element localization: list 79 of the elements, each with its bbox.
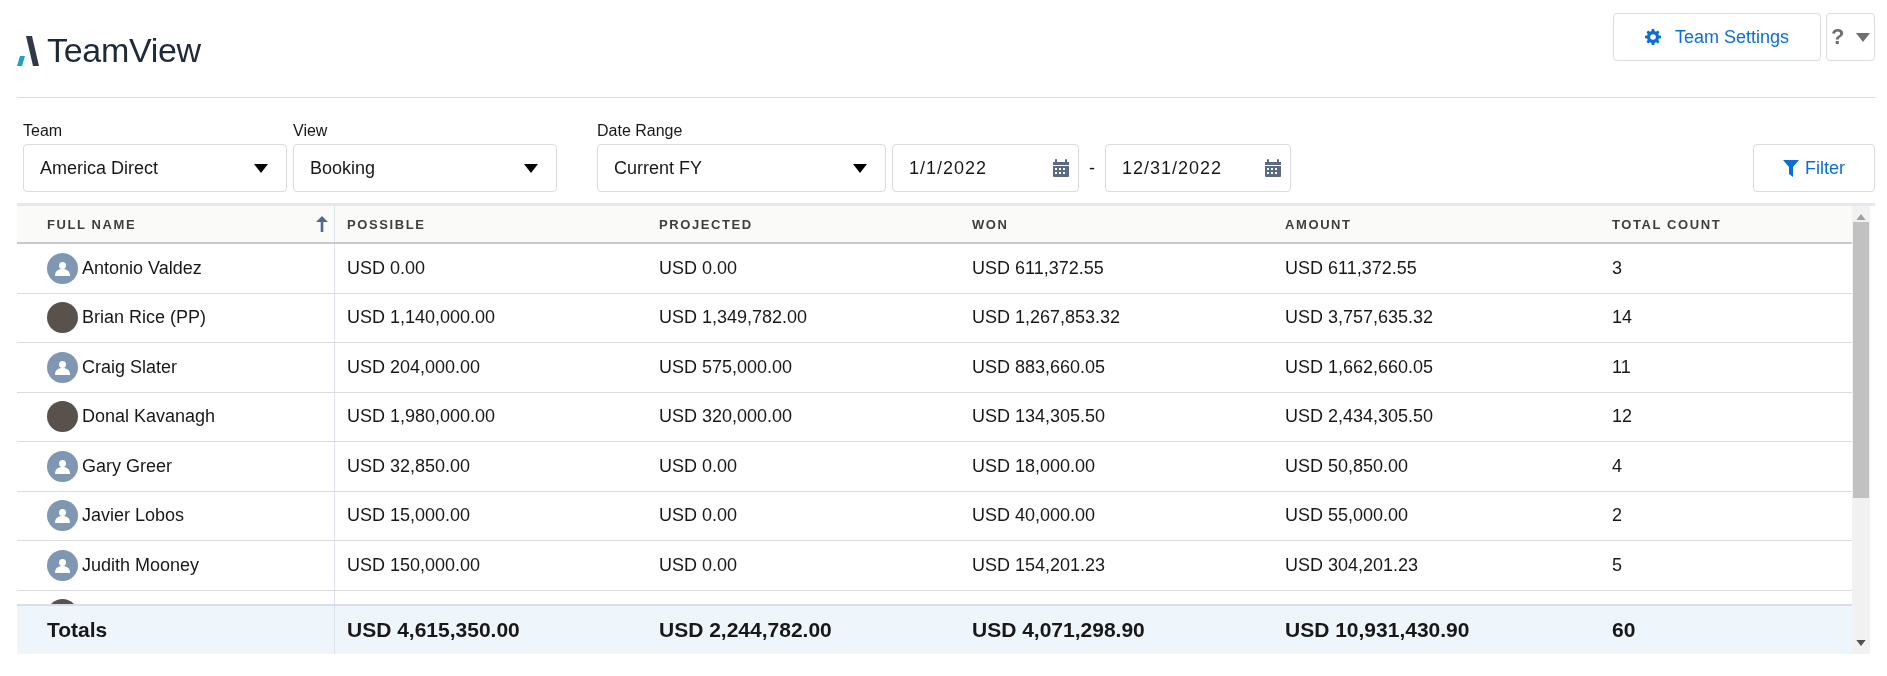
logo-icon [17,35,39,66]
total-cell-text: USD 4,615,350.00 [346,617,521,643]
column-header[interactable]: POSSIBLE [335,216,647,232]
column-header[interactable]: WON [960,216,1273,232]
column-header[interactable]: AMOUNT [1273,216,1600,232]
table-cell-text: USD 40,000.00 [971,504,1097,528]
caret-icon [1856,32,1870,42]
filter-icon [1783,159,1799,177]
date-field[interactable]: 12/31/2022 [1105,144,1291,192]
date-field[interactable]: 1/1/2022 [892,144,1079,192]
person-name[interactable]: Craig Slater [82,356,178,378]
table-cell-text: USD 0.00 [346,256,427,280]
table-cell-text: USD 150,000.00 [346,553,482,577]
total-cell-text: 60 [1611,617,1637,643]
table-cell-text: USD 0.00 [658,504,739,528]
table-cell-text: USD 3,757,635.32 [1284,306,1435,330]
table-cell-text: USD 15,000.00 [346,504,472,528]
table-cell-text: USD 1,140,000.00 [346,306,497,330]
scrollbar[interactable] [1852,206,1870,654]
help-menu-button[interactable]: ? [1826,13,1875,61]
table-cell-text: USD 1,662,660.05 [1284,355,1435,379]
table-cell-text: USD 575,000.00 [658,355,794,379]
table-cell-text: USD 1,349,782.00 [658,306,809,330]
caret-icon [524,163,538,173]
field-label: Team [23,122,64,140]
table-cell-text: USD 0.00 [658,454,739,478]
caret-icon [853,163,867,173]
table-cell-text: USD 50,850.00 [1284,454,1410,478]
column-header[interactable]: TOTAL COUNT [1600,216,1852,232]
table-cell-text: 11 [1611,355,1632,379]
total-cell-text: USD 4,071,298.90 [971,617,1146,643]
caret-icon [254,163,268,173]
calendar-icon [1052,159,1070,177]
range-separator: - [1088,157,1096,179]
table-cell-text: USD 304,201.23 [1284,553,1420,577]
table-cell-text: USD 32,850.00 [346,454,472,478]
table-cell-text: USD 55,000.00 [1284,504,1410,528]
table-cell-text: 12 [1611,405,1634,429]
person-name[interactable]: Antonio Valdez [82,257,202,279]
field-label: Date Range [597,122,684,140]
total-cell-text: USD 10,931,430.90 [1284,617,1471,643]
table-cell-text: USD 883,660.05 [971,355,1107,379]
column-header[interactable]: FULL NAME [17,206,335,242]
dropdown[interactable]: Current FY [597,144,886,192]
table-cell-text: USD 2,434,305.50 [1284,405,1435,429]
totals-label: Totals [17,606,335,654]
person-name[interactable]: Brian Rice (PP) [82,307,207,329]
table-cell-text: USD 0.00 [658,553,739,577]
team-settings-button[interactable]: Team Settings [1613,13,1821,61]
table-cell-text: USD 154,201.23 [971,553,1107,577]
app-title: TeamView [47,31,201,70]
table-cell-text: USD 18,000.00 [971,454,1097,478]
scroll-down-icon [1856,640,1866,646]
field-label: View [293,122,329,140]
table-cell-text: USD 0.00 [658,256,739,280]
table-cell-text: 14 [1611,306,1634,330]
dropdown[interactable]: Booking [293,144,557,192]
table-cell-text: USD 320,000.00 [658,405,794,429]
scroll-up-icon [1856,214,1866,220]
table-cell-text: USD 1,267,853.32 [971,306,1122,330]
column-header[interactable]: PROJECTED [647,216,960,232]
table-cell-text: 5 [1611,553,1623,577]
person-name[interactable]: Donal Kavanagh [82,406,216,428]
table-cell-text: 4 [1611,454,1623,478]
total-cell-text: USD 2,244,782.00 [658,617,833,643]
table-cell-text: USD 134,305.50 [971,405,1107,429]
gear-icon [1644,29,1661,45]
table-cell-text: 3 [1611,256,1623,280]
table-cell-text: USD 611,372.55 [971,256,1105,280]
table-cell-text: USD 611,372.55 [1284,256,1418,280]
calendar-icon [1264,159,1282,177]
dropdown[interactable]: America Direct [23,144,287,192]
table-cell-text: USD 204,000.00 [346,355,482,379]
filter-button[interactable]: Filter [1753,144,1875,192]
table-cell-text: USD 1,980,000.00 [346,405,497,429]
table-cell-text: 2 [1611,504,1623,528]
person-name[interactable]: Judith Mooney [82,554,200,576]
person-name[interactable]: Gary Greer [82,455,173,477]
person-name[interactable]: Javier Lobos [82,505,185,527]
